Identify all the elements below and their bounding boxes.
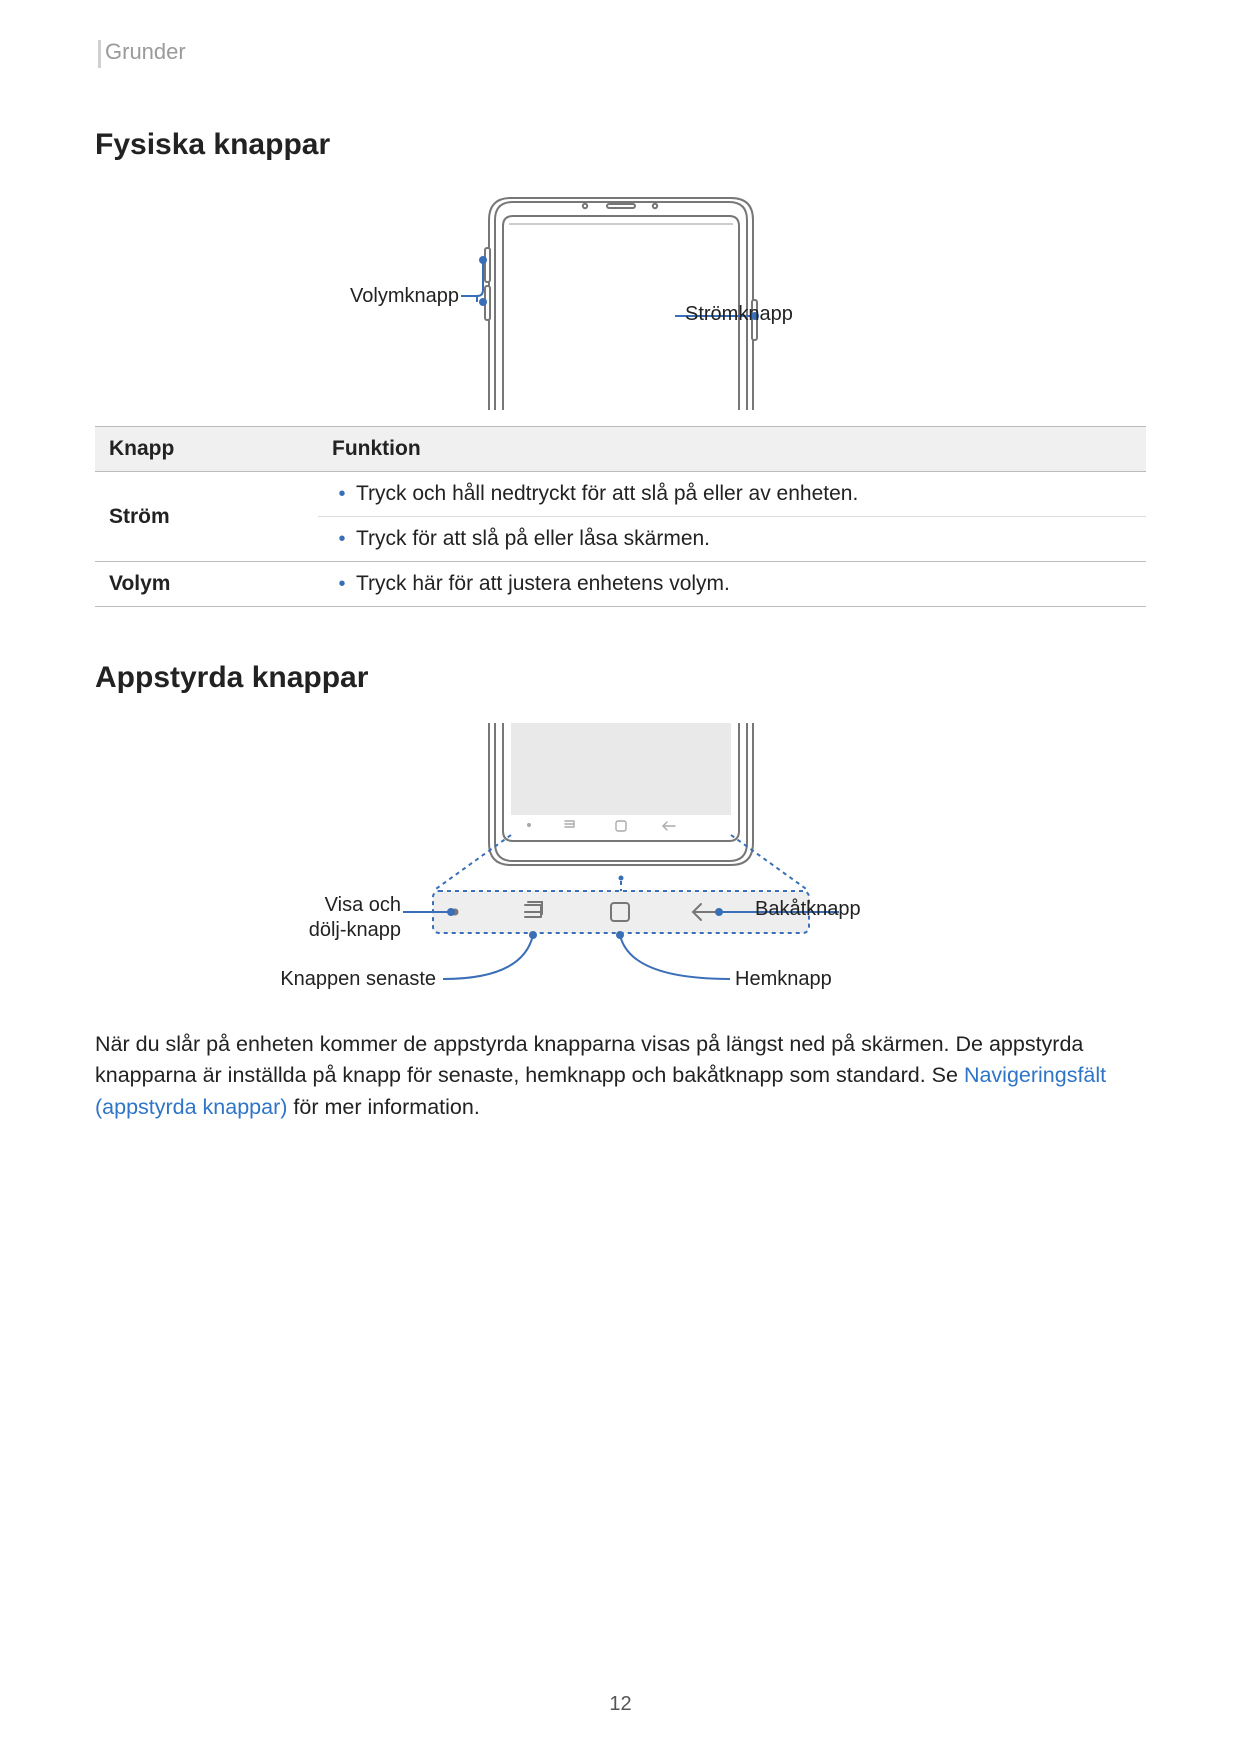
table-fn-item: • Tryck och håll nedtryckt för att slå p…	[318, 472, 1146, 516]
bullet-icon: •	[328, 484, 356, 504]
key-name-volume: Volym	[95, 562, 318, 607]
recents-callout-label: Knappen senaste	[280, 968, 436, 991]
show-hide-callout-label: Visa och dölj-knapp	[309, 893, 401, 943]
fn-text: Tryck för att slå på eller låsa skärmen.	[356, 527, 710, 551]
back-callout-label: Bakåtknapp	[755, 898, 861, 921]
home-callout-label: Hemknapp	[735, 968, 832, 991]
physical-keys-table: Knapp Funktion Ström • Tryck och håll ne…	[95, 426, 1146, 607]
table-fn-item: • Tryck för att slå på eller låsa skärme…	[318, 516, 1146, 561]
soft-keys-heading: Appstyrda knappar	[95, 661, 1146, 695]
para-text-1: När du slår på enheten kommer de appstyr…	[95, 1032, 1083, 1087]
para-text-2: för mer information.	[287, 1095, 479, 1119]
bullet-icon: •	[328, 529, 356, 549]
running-head: Grunder	[98, 40, 1146, 68]
phone-top-illustration	[95, 190, 1146, 410]
table-row: Ström • Tryck och håll nedtryckt för att…	[95, 472, 1146, 562]
bullet-icon: •	[328, 574, 356, 594]
phone-bottom-illustration	[95, 723, 1146, 1013]
page-number: 12	[0, 1693, 1241, 1716]
table-fn-item: • Tryck här för att justera enhetens vol…	[318, 562, 1146, 606]
body-paragraph: När du slår på enheten kommer de appstyr…	[95, 1029, 1146, 1123]
fn-text: Tryck och håll nedtryckt för att slå på …	[356, 482, 858, 506]
page: Grunder Fysiska knappar	[0, 0, 1241, 1754]
power-key-callout-label: Strömknapp	[685, 303, 793, 326]
table-row: Volym • Tryck här för att justera enhete…	[95, 562, 1146, 607]
table-head-key: Knapp	[95, 427, 318, 472]
fn-text: Tryck här för att justera enhetens volym…	[356, 572, 730, 596]
physical-keys-heading: Fysiska knappar	[95, 128, 1146, 162]
soft-keys-figure: Visa och dölj-knapp Knappen senaste Bakå…	[95, 723, 1146, 1013]
physical-keys-figure: Volymknapp Strömknapp	[95, 190, 1146, 410]
volume-key-callout-label: Volymknapp	[350, 285, 459, 308]
key-name-power: Ström	[95, 472, 318, 562]
table-head-function: Funktion	[318, 427, 1146, 472]
